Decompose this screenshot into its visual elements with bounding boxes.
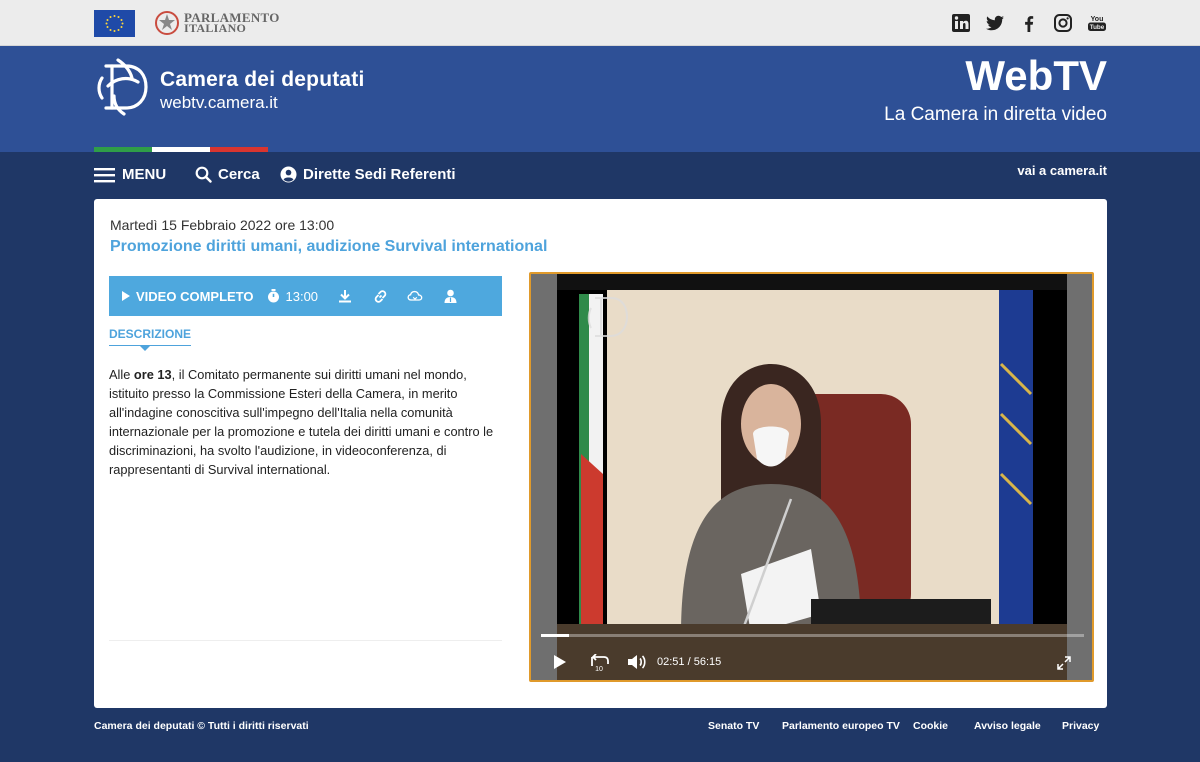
user-circle-icon bbox=[280, 166, 297, 183]
video-completo-label: VIDEO COMPLETO bbox=[136, 288, 254, 304]
hamburger-icon bbox=[94, 167, 115, 182]
menu-label: MENU bbox=[122, 166, 167, 183]
cloud-icon[interactable] bbox=[407, 288, 423, 304]
time-separator: / bbox=[687, 656, 691, 668]
footer-link-privacy[interactable]: Privacy bbox=[1062, 720, 1099, 732]
event-date: Martedì 15 Febbraio 2022 ore 13:00 bbox=[110, 217, 335, 233]
duration: 56:15 bbox=[693, 656, 722, 668]
volume-button[interactable] bbox=[627, 654, 647, 670]
instagram-icon[interactable] bbox=[1052, 12, 1074, 34]
twitter-icon[interactable] bbox=[984, 12, 1006, 34]
dirette-sedi-referenti-link[interactable]: Dirette Sedi Referenti bbox=[280, 166, 456, 183]
play-button[interactable] bbox=[553, 654, 567, 670]
footer-link-cookie[interactable]: Cookie bbox=[913, 720, 948, 732]
svg-text:Tube: Tube bbox=[1090, 24, 1105, 31]
svg-text:You: You bbox=[1091, 16, 1104, 23]
stopwatch-icon bbox=[267, 289, 279, 303]
footer-link-parlamento-europeo-tv[interactable]: Parlamento europeo TV bbox=[782, 720, 900, 732]
menu-button[interactable]: MENU bbox=[94, 166, 166, 183]
description-prefix: Alle bbox=[109, 367, 134, 382]
event-card: Martedì 15 Febbraio 2022 ore 13:00 Promo… bbox=[94, 199, 1107, 708]
search-icon bbox=[195, 166, 212, 183]
webtv-tagline: La Camera in diretta video bbox=[884, 104, 1107, 125]
eu-flag-icon[interactable] bbox=[94, 10, 135, 37]
italian-emblem-icon bbox=[155, 11, 179, 35]
linkedin-icon[interactable] bbox=[950, 12, 972, 34]
rewind-10-icon: 10 bbox=[591, 654, 609, 672]
site-title[interactable]: Camera dei deputati bbox=[160, 68, 365, 92]
webtv-brand[interactable]: WebTV bbox=[965, 52, 1107, 100]
facebook-icon[interactable] bbox=[1018, 12, 1040, 34]
youtube-icon[interactable]: You Tube bbox=[1086, 12, 1108, 34]
description-body: , il Comitato permanente sui diritti uma… bbox=[109, 367, 494, 477]
video-player[interactable]: 10 02:51 / 56:15 bbox=[529, 272, 1094, 682]
camera-it-link[interactable]: vai a camera.it bbox=[1017, 163, 1107, 178]
video-time-label: 13:00 bbox=[285, 288, 319, 304]
camera-deputati-logo-icon[interactable] bbox=[94, 56, 150, 118]
progress-fill bbox=[541, 634, 569, 637]
search-button[interactable]: Cerca bbox=[195, 166, 260, 183]
dirette-label: Dirette Sedi Referenti bbox=[303, 166, 456, 183]
video-time: 13:00 bbox=[267, 288, 319, 304]
volume-icon bbox=[628, 655, 646, 669]
social-links: You Tube bbox=[938, 12, 1108, 34]
play-icon bbox=[122, 291, 130, 301]
top-bar: PARLAMENTO ITALIANO You Tube bbox=[0, 0, 1200, 46]
footer-copyright: Camera dei deputati © Tutti i diritti ri… bbox=[94, 720, 309, 732]
fullscreen-icon bbox=[1057, 656, 1071, 670]
download-icon[interactable] bbox=[337, 288, 353, 304]
video-frame bbox=[531, 274, 1092, 680]
parliament-logo[interactable]: PARLAMENTO ITALIANO bbox=[154, 9, 280, 37]
event-description: Alle ore 13, il Comitato permanente sui … bbox=[109, 365, 499, 479]
play-icon bbox=[554, 655, 566, 669]
video-toolbar: VIDEO COMPLETO 13:00 bbox=[109, 276, 502, 316]
event-title[interactable]: Promozione diritti umani, audizione Surv… bbox=[110, 238, 547, 256]
svg-text:10: 10 bbox=[595, 666, 603, 672]
tab-descrizione[interactable]: DESCRIZIONE bbox=[109, 327, 192, 346]
tab-active-caret bbox=[140, 346, 150, 351]
link-icon[interactable] bbox=[372, 288, 388, 304]
user-icon[interactable] bbox=[442, 288, 458, 304]
footer-link-avviso-legale[interactable]: Avviso legale bbox=[974, 720, 1041, 732]
footer-link-senato-tv[interactable]: Senato TV bbox=[708, 720, 759, 732]
time-display: 02:51 / 56:15 bbox=[657, 656, 721, 668]
current-time: 02:51 bbox=[657, 656, 685, 668]
progress-track[interactable] bbox=[541, 634, 1084, 637]
site-url[interactable]: webtv.camera.it bbox=[160, 93, 278, 113]
rewind-10-button[interactable]: 10 bbox=[590, 654, 610, 672]
main-nav: MENU Cerca Dirette Sedi Referenti vai a … bbox=[0, 152, 1200, 198]
description-bold-time: ore 13 bbox=[133, 367, 172, 382]
fullscreen-button[interactable] bbox=[1057, 656, 1071, 670]
video-completo-button[interactable]: VIDEO COMPLETO bbox=[122, 289, 254, 304]
description-divider bbox=[109, 640, 502, 641]
site-header: Camera dei deputati webtv.camera.it WebT… bbox=[0, 46, 1200, 152]
search-label: Cerca bbox=[218, 166, 260, 183]
